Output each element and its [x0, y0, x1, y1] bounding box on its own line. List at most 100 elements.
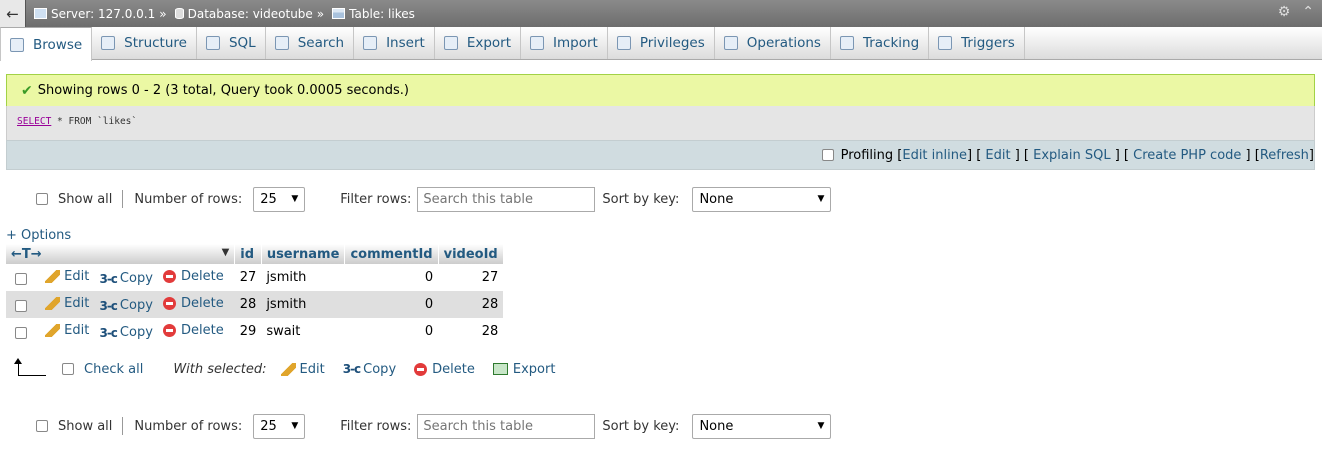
tab-insert[interactable]: Insert: [354, 27, 435, 59]
bulk-copy-button[interactable]: 3-c Copy: [343, 362, 396, 377]
pencil-icon: [280, 362, 296, 376]
num-rows-label: Number of rows:: [134, 418, 243, 434]
num-rows-select[interactable]: 25 ▼: [253, 186, 306, 212]
cell-id[interactable]: 28: [234, 291, 262, 318]
breadcrumb-server[interactable]: Server: 127.0.0.1 »: [34, 7, 167, 21]
create-php-link[interactable]: Create PHP code: [1133, 148, 1241, 163]
gear-icon[interactable]: ⚙: [1278, 4, 1291, 20]
explain-sql-link[interactable]: Explain SQL: [1033, 148, 1110, 163]
chevron-down-icon[interactable]: ▼: [222, 247, 230, 258]
tab-label: Structure: [124, 35, 187, 51]
breadcrumb-database[interactable]: Database: videotube »: [174, 7, 324, 21]
column-arrows[interactable]: ←T→ ▼: [6, 244, 236, 264]
table-row: Edit 3-c Copy Delete 27 jsmith 0 27: [6, 264, 504, 291]
bulk-actions: Check all With selected: Edit 3-c Copy De…: [0, 356, 600, 382]
column-header-videoid[interactable]: videoId: [438, 244, 504, 264]
delete-icon: [163, 323, 177, 337]
cell-commentid[interactable]: 0: [344, 318, 439, 345]
filter-rows-input[interactable]: Search this table: [417, 186, 596, 212]
copy-icon: 3-c: [99, 298, 117, 313]
delete-icon: [414, 362, 428, 376]
cell-videoid[interactable]: 28: [438, 291, 504, 318]
row-edit-link[interactable]: Edit: [45, 323, 89, 338]
edit-label: Edit: [64, 295, 90, 311]
cell-username[interactable]: swait: [261, 318, 345, 345]
collapse-icon[interactable]: ⌃: [1302, 4, 1314, 20]
row-checkbox[interactable]: [15, 327, 27, 339]
column-header-commentid[interactable]: commentId: [344, 244, 439, 264]
tab-search[interactable]: Search: [266, 27, 355, 59]
show-all-checkbox[interactable]: [36, 193, 48, 205]
filter-rows-label: Filter rows:: [340, 418, 412, 434]
cell-videoid[interactable]: 27: [438, 264, 504, 291]
tab-sql[interactable]: SQL: [197, 27, 266, 59]
num-rows-select[interactable]: 25 ▼: [253, 413, 306, 439]
row-actions: Edit 3-c Copy Delete: [6, 318, 235, 345]
row-delete-link[interactable]: Delete: [163, 269, 224, 284]
row-checkbox[interactable]: [15, 300, 27, 312]
tab-tracking[interactable]: Tracking: [831, 27, 930, 59]
tab-browse[interactable]: Browse: [0, 27, 93, 61]
back-arrow-icon[interactable]: ←: [0, 0, 26, 27]
cell-commentid[interactable]: 0: [344, 264, 439, 291]
edit-inline-link[interactable]: Edit inline: [902, 148, 967, 163]
cell-username[interactable]: jsmith: [261, 264, 345, 291]
row-edit-link[interactable]: Edit: [45, 269, 89, 284]
table-icon: [332, 8, 346, 19]
pencil-icon: [45, 323, 61, 337]
sort-by-value: None: [699, 418, 734, 434]
sort-by-select[interactable]: None ▼: [692, 413, 832, 439]
copy-label: Copy: [119, 298, 153, 313]
tab-import[interactable]: Import: [521, 27, 608, 59]
row-checkbox[interactable]: [15, 273, 27, 285]
sort-by-select[interactable]: None ▼: [692, 186, 832, 212]
row-actions: Edit 3-c Copy Delete: [6, 264, 235, 291]
profiling-checkbox[interactable]: [821, 149, 834, 161]
tab-triggers[interactable]: Triggers: [929, 27, 1025, 59]
operations-icon: [723, 36, 738, 50]
row-copy-link[interactable]: 3-c Copy: [99, 298, 152, 313]
row-delete-link[interactable]: Delete: [163, 296, 224, 311]
breadcrumb-separator: »: [159, 6, 167, 21]
check-all-checkbox[interactable]: [62, 363, 74, 375]
tab-structure[interactable]: Structure: [92, 27, 197, 59]
cell-videoid[interactable]: 28: [438, 318, 504, 345]
copy-icon: 3-c: [99, 325, 117, 340]
cell-id[interactable]: 27: [234, 264, 262, 291]
column-header-id[interactable]: id: [234, 244, 262, 264]
tab-privileges[interactable]: Privileges: [608, 27, 715, 59]
row-edit-link[interactable]: Edit: [45, 296, 89, 311]
tab-operations[interactable]: Operations: [715, 27, 831, 59]
sql-keyword[interactable]: SELECT: [17, 116, 51, 127]
tab-export[interactable]: Export: [435, 27, 522, 59]
row-delete-link[interactable]: Delete: [163, 323, 224, 338]
insert-icon: [363, 36, 378, 50]
bulk-delete-button[interactable]: Delete: [414, 362, 475, 377]
pencil-icon: [45, 269, 61, 283]
cell-commentid[interactable]: 0: [344, 291, 439, 318]
breadcrumb-bar: ← Server: 127.0.0.1 » Database: videotub…: [0, 0, 1322, 27]
edit-link[interactable]: Edit: [985, 148, 1010, 163]
server-icon: [34, 8, 47, 19]
delete-label: Delete: [181, 322, 224, 338]
row-copy-link[interactable]: 3-c Copy: [99, 325, 152, 340]
check-all-link[interactable]: Check all: [84, 362, 143, 377]
pencil-icon: [45, 296, 61, 310]
show-all-checkbox[interactable]: [36, 420, 48, 432]
navigation-row-bottom: Show all Number of rows: 25 ▼ Filter rows…: [0, 412, 900, 440]
options-toggle[interactable]: + Options: [6, 228, 71, 243]
bulk-export-button[interactable]: Export: [492, 362, 555, 377]
copy-icon: 3-c: [99, 271, 117, 286]
row-copy-link[interactable]: 3-c Copy: [99, 271, 152, 286]
bulk-edit-button[interactable]: Edit: [280, 362, 325, 377]
tab-label: Triggers: [961, 35, 1015, 51]
column-header-username[interactable]: username: [261, 244, 346, 264]
tab-label: Search: [297, 35, 345, 51]
breadcrumb-table[interactable]: Table: likes: [332, 7, 415, 21]
refresh-link[interactable]: Refresh: [1260, 148, 1309, 163]
tab-label: Export: [466, 35, 512, 51]
triggers-icon: [938, 36, 953, 50]
cell-username[interactable]: jsmith: [261, 291, 345, 318]
filter-rows-input[interactable]: Search this table: [417, 413, 596, 439]
cell-id[interactable]: 29: [234, 318, 262, 345]
